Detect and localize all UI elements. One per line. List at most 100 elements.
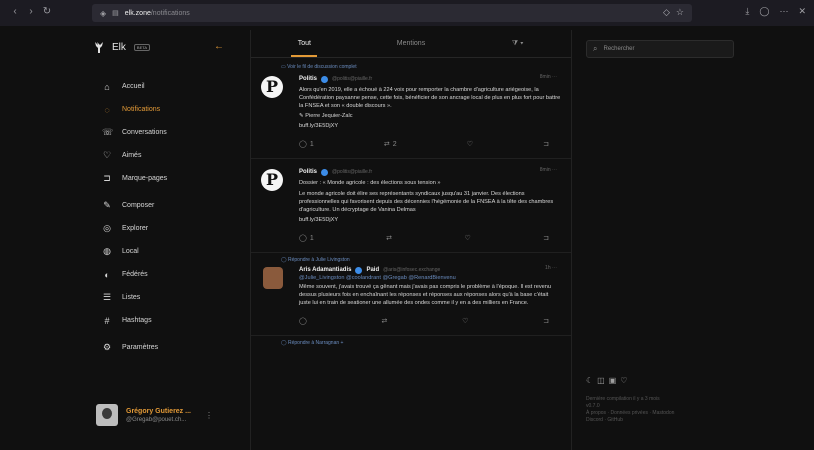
like-icon[interactable]: ♡ [620, 376, 627, 385]
sidebar-item-label: Marque-pages [122, 175, 168, 182]
post-link[interactable]: buff.ly/3E5DjXY [299, 122, 561, 130]
thread-link[interactable]: ▭ Voir le fil de discussion complet [251, 58, 571, 70]
verified-icon [355, 266, 363, 274]
post-content: Dossier : « Monde agricole : des électio… [299, 180, 441, 186]
author-name[interactable]: Aris Adamantiadis [299, 267, 351, 273]
reply-count: 1 [309, 140, 314, 148]
sidebar-item-explorer[interactable]: ◎ Explorer [102, 217, 167, 240]
pocket-icon[interactable]: ◇ [663, 7, 670, 18]
search-input[interactable]: ⌕ Rechercher [586, 40, 734, 58]
post-time: 1h ⋯ [545, 265, 557, 271]
sidebar-item-label: Local [122, 248, 139, 255]
sidebar-item-label: Listes [122, 294, 141, 301]
sidebar-item-marque-pages[interactable]: ⊐ Marque-pages [102, 167, 167, 190]
author-handle: @politis@piaille.fr [332, 76, 373, 82]
favourite-button[interactable]: ♡ [462, 317, 468, 325]
sidebar-item-conversations[interactable]: ☏ Conversations [102, 121, 167, 144]
account-switcher[interactable]: Grégory Gutierez ... @Gregab@pouet.ch...… [96, 404, 213, 426]
avatar[interactable]: P [261, 169, 283, 191]
reply-button[interactable]: ◯ [299, 317, 307, 325]
account-icon[interactable]: ◯ [759, 6, 769, 17]
avatar[interactable] [263, 267, 283, 289]
forward-icon[interactable]: › [24, 6, 38, 17]
heart-icon: ♡ [466, 141, 473, 148]
sidebar-item-label: Fédérés [122, 271, 148, 278]
favourite-button[interactable]: ♡ [464, 234, 470, 242]
bookmark-icon: ⊐ [543, 235, 549, 242]
tab-tout[interactable]: Tout [251, 30, 358, 57]
reply-context[interactable]: ◯ Répondre à Julie Livingston [251, 253, 571, 263]
post-time-label: 8min [539, 167, 551, 173]
sidebar-item-label: Hashtags [122, 317, 152, 324]
sidebar-item-label: Notifications [122, 106, 161, 113]
status-post[interactable]: P Politis @politis@piaille.fr 8min ⋯ Alo… [251, 70, 571, 158]
post-content: Le monde agricole doit élire ses représe… [299, 191, 554, 213]
sidebar-item-label: Explorer [122, 225, 149, 232]
sidebar-item-label: Aimés [122, 152, 142, 159]
reply-button[interactable]: ◯ 1 [299, 140, 314, 149]
author-name[interactable]: Politis [299, 169, 317, 175]
bookmark-button[interactable]: ⊐ [543, 234, 549, 242]
post-time-label: 8min [539, 74, 551, 80]
post-link[interactable]: buff.ly/3E5DjXY [299, 216, 561, 224]
tab-filter[interactable]: ⧩ ▾ [464, 30, 571, 57]
post-mentions[interactable]: @Julie_Livingston @coolandrant @Gregab @… [299, 275, 561, 281]
notification-tabs: Tout Mentions ⧩ ▾ [251, 30, 571, 58]
address-bar[interactable]: ◈ ▤ elk.zone/notifications ◇ ☆ [92, 4, 692, 22]
search-placeholder: Rechercher [603, 46, 635, 52]
sidebar-item-label: Conversations [122, 129, 167, 136]
beta-badge: BETA [133, 43, 151, 51]
theme-icon[interactable]: ☾ [586, 376, 593, 385]
arrow-left-icon[interactable]: ← [214, 41, 224, 52]
footer-links[interactable]: À propos · Données privées · Mastodon [586, 410, 674, 417]
search-icon: ⌕ [593, 44, 598, 53]
sidebar-item-listes[interactable]: ☰ Listes [102, 286, 167, 309]
boost-icon: ⇄ [386, 235, 393, 242]
home-icon: ⌂ [104, 81, 110, 92]
sidebar-item-parametres[interactable]: ⚙ Paramètres [102, 336, 167, 359]
author-handle: @aris@infosec.exchange [383, 267, 441, 273]
reply-context[interactable]: ◯ Répondre à Narragnan + [251, 336, 571, 346]
more-vertical-icon[interactable]: ⋮ [205, 411, 213, 420]
status-post[interactable]: Aris Adamantiadis Paid @aris@infosec.exc… [251, 263, 571, 335]
author-name[interactable]: Politis [299, 76, 317, 82]
user-name: Grégory Gutierez ... [126, 407, 191, 415]
bookmark-button[interactable]: ⊐ [543, 317, 549, 325]
sidebar-item-hashtags[interactable]: # Hashtags [102, 309, 167, 332]
reload-icon[interactable]: ↻ [40, 6, 54, 17]
bookmark-star-icon[interactable]: ☆ [676, 7, 684, 18]
compass-icon: ◎ [103, 223, 111, 233]
reply-button[interactable]: ◯ 1 [299, 234, 314, 243]
sidebar-item-notifications[interactable]: ◌ Notifications [102, 98, 167, 121]
bookmark-icon: ⊐ [103, 173, 111, 183]
author-handle: @politis@piaille.fr [332, 169, 373, 175]
lock-icon: ▤ [112, 10, 119, 17]
download-icon[interactable]: ⤓ [745, 6, 749, 17]
status-post[interactable]: P Politis @politis@piaille.fr 8min ⋯ Dos… [251, 159, 571, 252]
footer-links[interactable]: Discord · GitHub [586, 417, 674, 424]
sidebar-item-composer[interactable]: ✎ Composer [102, 194, 167, 217]
language-icon[interactable]: ▣ [609, 376, 617, 385]
reply-context-label: Répondre à Narragnan + [288, 340, 344, 346]
sidebar-item-accueil[interactable]: ⌂ Accueil [102, 75, 167, 98]
favourite-button[interactable]: ♡ [467, 140, 473, 148]
close-icon[interactable]: ✕ [798, 6, 806, 17]
brand[interactable]: Elk BETA ← [92, 40, 232, 54]
sidebar-item-federes[interactable]: ◐ Fédérés [102, 263, 167, 286]
main-menu: ⌂ Accueil ◌ Notifications ☏ Conversations ♡… [102, 75, 167, 359]
list-icon: ☰ [102, 292, 112, 302]
zen-mode-icon[interactable]: ◫ [597, 376, 605, 385]
avatar[interactable]: P [261, 76, 283, 98]
boost-button[interactable]: ⇄ [386, 234, 392, 242]
tab-mentions[interactable]: Mentions [358, 30, 465, 57]
sidebar-item-local[interactable]: ◍ Local [102, 240, 167, 263]
more-icon[interactable]: ⋯ [779, 6, 788, 17]
group-icon: ◍ [103, 246, 111, 256]
boost-button[interactable]: ⇄ [382, 317, 388, 325]
heart-icon: ♡ [462, 318, 469, 325]
bookmark-button[interactable]: ⊐ [543, 140, 549, 148]
boost-button[interactable]: ⇄ 2 [384, 140, 397, 149]
sidebar-item-label: Accueil [122, 83, 145, 90]
back-icon[interactable]: ‹ [8, 6, 22, 17]
sidebar-item-aimes[interactable]: ♡ Aimés [102, 144, 167, 167]
